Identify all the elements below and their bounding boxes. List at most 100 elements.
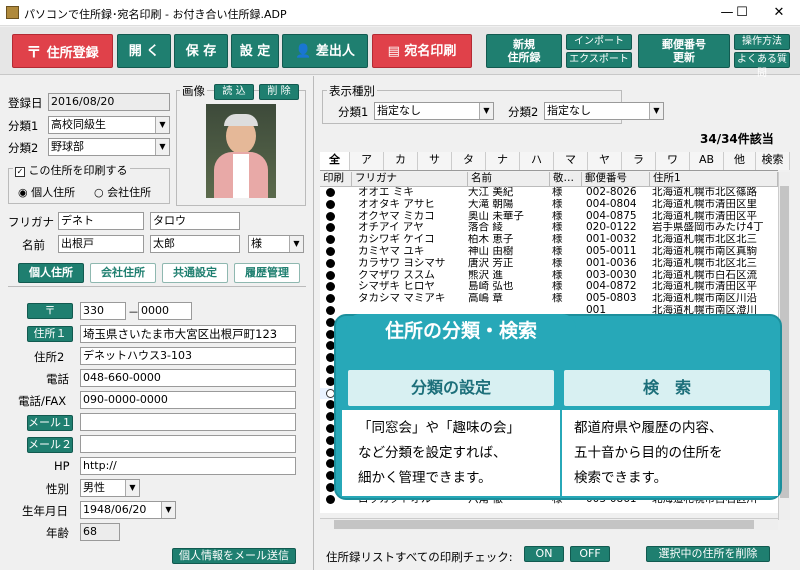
tab-common[interactable]: 共通設定 bbox=[162, 263, 228, 283]
col-name[interactable]: 名前 bbox=[468, 172, 550, 187]
address-print-button[interactable]: ▤ 宛名印刷 bbox=[372, 34, 472, 68]
gender-select[interactable]: 男性 ▼ bbox=[80, 479, 140, 497]
new-book-button[interactable]: 新規 住所録 bbox=[486, 34, 562, 68]
address1-button[interactable]: 住所１ bbox=[27, 326, 73, 342]
list-cat1-select[interactable]: 指定なし ▼ bbox=[374, 102, 494, 120]
postal-update-button[interactable]: 郵便番号 更新 bbox=[638, 34, 730, 68]
honorific-select[interactable]: 様 ▼ bbox=[248, 235, 304, 253]
print-mark-icon[interactable] bbox=[326, 258, 335, 268]
list-cat2-select[interactable]: 指定なし ▼ bbox=[544, 102, 664, 120]
print-mark-icon[interactable] bbox=[326, 282, 335, 292]
table-row[interactable]: オチアイ アヤ 落合 綾 様 020-0122 岩手県盛岡市みたけ4丁 bbox=[320, 222, 778, 233]
kana-tab-10[interactable]: ワ bbox=[656, 152, 690, 170]
first-name-input[interactable]: 太郎 bbox=[150, 235, 240, 253]
mail1-input[interactable] bbox=[80, 413, 296, 431]
open-button[interactable]: 開 く bbox=[117, 34, 171, 68]
radio-company[interactable]: ○ 会社住所 bbox=[94, 184, 151, 200]
settings-button[interactable]: 設 定 bbox=[231, 34, 279, 68]
print-mark-icon[interactable] bbox=[326, 294, 335, 304]
close-button[interactable]: ✕ bbox=[764, 2, 794, 24]
envelope-icon: ▤ bbox=[387, 44, 405, 59]
col-zip[interactable]: 郵便番号 bbox=[582, 172, 650, 187]
print-check[interactable]: ✓ この住所を印刷する bbox=[13, 162, 130, 178]
address1-input[interactable]: 埼玉県さいたま市大宮区出根戸町123 bbox=[80, 325, 296, 343]
table-row[interactable]: カシワギ ケイコ 柏木 恵子 様 001-0032 北海道札幌市北区北三 bbox=[320, 234, 778, 245]
kana-tab-3[interactable]: サ bbox=[418, 152, 452, 170]
kana-tab-11[interactable]: AB bbox=[690, 152, 724, 170]
print-mark-icon[interactable] bbox=[326, 270, 335, 280]
save-button[interactable]: 保 存 bbox=[174, 34, 228, 68]
print-mark-icon[interactable] bbox=[326, 199, 335, 209]
print-mark-icon[interactable] bbox=[326, 211, 335, 221]
print-mark-icon[interactable] bbox=[326, 247, 335, 256]
howto-button[interactable]: 操作方法 bbox=[734, 34, 790, 50]
sender-button[interactable]: 👤 差出人 bbox=[282, 34, 368, 68]
kana-tab-1[interactable]: ア bbox=[350, 152, 384, 170]
tab-history[interactable]: 履歴管理 bbox=[234, 263, 300, 283]
row-honorific: 様 bbox=[552, 257, 563, 269]
zip-button[interactable]: 〒 bbox=[27, 303, 73, 319]
print-all-off-button[interactable]: OFF bbox=[570, 546, 610, 562]
scroll-thumb[interactable] bbox=[334, 520, 754, 529]
table-row[interactable]: シマザキ ヒロヤ 島崎 弘也 様 004-0872 北海道札幌市清田区平 bbox=[320, 281, 778, 292]
export-button[interactable]: エクスポート bbox=[566, 52, 632, 68]
tel-input[interactable]: 048-660-0000 bbox=[80, 369, 296, 387]
register-button[interactable]: 〒 住所登録 bbox=[12, 34, 113, 68]
kana-tab-5[interactable]: ナ bbox=[486, 152, 520, 170]
birth-select[interactable]: 1948/06/20 ▼ bbox=[80, 501, 176, 519]
col-honorific[interactable]: 敬… bbox=[550, 172, 582, 187]
print-all-on-button[interactable]: ON bbox=[524, 546, 564, 562]
table-row[interactable]: オクヤマ ミカコ 奥山 未華子 様 004-0875 北海道札幌市清田区平 bbox=[320, 211, 778, 222]
zip1-input[interactable]: 330 bbox=[80, 302, 126, 320]
print-mark-icon[interactable] bbox=[326, 223, 335, 233]
kana-first-input[interactable]: タロウ bbox=[150, 212, 240, 230]
kana-tab-12[interactable]: 他 bbox=[724, 152, 756, 170]
photo-load-button[interactable]: 読 込 bbox=[214, 84, 254, 100]
kana-tab-2[interactable]: カ bbox=[384, 152, 418, 170]
table-row[interactable]: クマザワ ススム 熊沢 進 様 003-0030 北海道札幌市白石区流 bbox=[320, 270, 778, 281]
tab-company[interactable]: 会社住所 bbox=[90, 263, 156, 283]
last-name-input[interactable]: 出根戸 bbox=[58, 235, 144, 253]
window-title: パソコンで住所録･宛名印刷 - お付き合い住所録.ADP bbox=[24, 8, 287, 21]
table-row[interactable]: タカシマ マミアキ 高嶋 章 様 005-0803 北海道札幌市南区川沿 bbox=[320, 293, 778, 304]
print-mark-icon[interactable] bbox=[326, 306, 335, 315]
hp-input[interactable]: http:// bbox=[80, 457, 296, 475]
table-row[interactable]: オオタキ アサヒ 大滝 朝陽 様 004-0804 北海道札幌市清田区里 bbox=[320, 199, 778, 210]
col-address[interactable]: 住所1 bbox=[650, 172, 778, 187]
kana-tab-9[interactable]: ラ bbox=[622, 152, 656, 170]
kana-tab-4[interactable]: タ bbox=[452, 152, 486, 170]
kana-tab-0[interactable]: 全 bbox=[320, 152, 350, 170]
horizontal-scrollbar[interactable] bbox=[320, 518, 778, 530]
cat2-select[interactable]: 野球部 ▼ bbox=[48, 138, 170, 156]
photo-delete-button[interactable]: 削 除 bbox=[259, 84, 299, 100]
fax-input[interactable]: 090-0000-0000 bbox=[80, 391, 296, 409]
mail-send-button[interactable]: 個人情報をメール送信 bbox=[172, 548, 296, 564]
print-mark-icon[interactable] bbox=[326, 494, 335, 504]
mail2-input[interactable] bbox=[80, 435, 296, 453]
row-zip: 004-0872 bbox=[586, 281, 637, 293]
print-mark-icon[interactable] bbox=[326, 188, 335, 197]
cat1-select[interactable]: 高校同級生 ▼ bbox=[48, 116, 170, 134]
kana-tab-6[interactable]: ハ bbox=[520, 152, 554, 170]
table-row[interactable]: カミヤマ ユキ 神山 由樹 様 005-0011 北海道札幌市南区真駒 bbox=[320, 246, 778, 257]
table-row[interactable]: カラサワ ヨシマサ 唐沢 芳正 様 001-0036 北海道札幌市北区北三 bbox=[320, 258, 778, 269]
kana-last-input[interactable]: デネト bbox=[58, 212, 144, 230]
kana-tab-13[interactable]: 検索 bbox=[756, 152, 790, 170]
col-print[interactable]: 印刷 bbox=[320, 172, 352, 187]
import-button[interactable]: インポート bbox=[566, 34, 632, 50]
faq-button[interactable]: よくある質問 bbox=[734, 52, 790, 79]
table-row[interactable]: オオエ ミキ 大江 美紀 様 002-8026 北海道札幌市北区篠路 bbox=[320, 187, 778, 198]
maximize-button[interactable]: ☐ bbox=[727, 2, 757, 24]
mail1-button[interactable]: メール１ bbox=[27, 415, 73, 431]
col-kana[interactable]: フリガナ bbox=[352, 172, 468, 187]
kana-tab-7[interactable]: マ bbox=[554, 152, 588, 170]
reg-date-field[interactable]: 2016/08/20 bbox=[48, 93, 170, 111]
zip2-input[interactable]: 0000 bbox=[138, 302, 192, 320]
print-mark-icon[interactable] bbox=[326, 235, 335, 245]
kana-tab-8[interactable]: ヤ bbox=[588, 152, 622, 170]
mail2-button[interactable]: メール２ bbox=[27, 437, 73, 453]
radio-personal[interactable]: ◉ 個人住所 bbox=[18, 184, 75, 200]
address2-input[interactable]: デネットハウス3-103 bbox=[80, 347, 296, 365]
delete-selected-button[interactable]: 選択中の住所を削除 bbox=[646, 546, 770, 562]
tab-personal[interactable]: 個人住所 bbox=[18, 263, 84, 283]
